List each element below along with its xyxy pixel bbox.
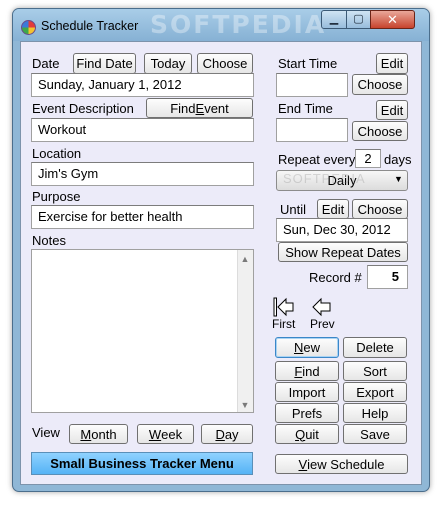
first-record-icon[interactable] (273, 296, 295, 318)
find-label-u: F (294, 363, 303, 379)
day-label-rest: ay (224, 426, 239, 442)
delete-button[interactable]: Delete (343, 337, 407, 358)
repeat-frequency-select[interactable]: Daily ▼ SOFTPEDIA (276, 170, 408, 191)
end-time-edit-button[interactable]: Edit (376, 100, 408, 120)
find-button[interactable]: Find (275, 361, 339, 381)
date-label: Date (32, 56, 60, 71)
minimize-button[interactable]: ▁ (321, 10, 347, 29)
end-time-field[interactable] (276, 118, 348, 142)
event-description-label: Event Description (32, 101, 134, 116)
record-number-label: Record # (309, 270, 362, 285)
previous-record-icon[interactable] (311, 296, 333, 318)
scroll-up-icon[interactable]: ▲ (238, 254, 252, 264)
view-label: View (32, 425, 60, 440)
show-repeat-dates-button[interactable]: Show Repeat Dates (278, 242, 408, 262)
view-month-button[interactable]: Month (69, 424, 128, 444)
location-label: Location (32, 146, 82, 161)
view-week-button[interactable]: Week (137, 424, 194, 444)
help-button[interactable]: Help (343, 403, 407, 423)
week-label-u: W (148, 426, 162, 442)
until-choose-button[interactable]: Choose (352, 199, 408, 219)
day-label-u: D (215, 426, 225, 442)
find-event-label-u: E (195, 100, 205, 116)
month-label-rest: onth (91, 426, 117, 442)
end-time-choose-button[interactable]: Choose (352, 121, 408, 141)
scroll-down-icon[interactable]: ▼ (238, 400, 252, 410)
save-button[interactable]: Save (343, 424, 407, 444)
today-button[interactable]: Today (144, 53, 192, 74)
until-edit-button[interactable]: Edit (317, 199, 349, 219)
end-time-label: End Time (278, 101, 333, 116)
quit-label-u: Q (295, 426, 306, 442)
chevron-down-icon: ▼ (394, 174, 403, 184)
month-label-u: M (80, 426, 92, 442)
quit-label-rest: uit (305, 426, 319, 442)
import-button[interactable]: Import (275, 382, 339, 402)
notes-text (32, 250, 253, 258)
until-label: Until (280, 202, 307, 217)
quit-button[interactable]: Quit (275, 424, 339, 444)
purpose-field[interactable]: Exercise for better health (31, 205, 254, 229)
location-field[interactable]: Jim's Gym (31, 162, 254, 186)
week-label-rest: eek (161, 426, 183, 442)
find-event-label-pre: Find (170, 100, 196, 116)
start-time-edit-button[interactable]: Edit (376, 53, 408, 74)
date-field[interactable]: Sunday, January 1, 2012 (31, 73, 254, 97)
start-time-label: Start Time (278, 56, 338, 71)
new-label-u: N (293, 340, 304, 355)
frequency-watermark-text: SOFTPEDIA (283, 171, 366, 186)
notes-textarea[interactable] (31, 249, 254, 413)
find-event-label-post: vent (204, 100, 229, 116)
repeat-every-label: Repeat every (278, 152, 356, 167)
previous-record-label[interactable]: Prev (310, 317, 335, 331)
date-choose-button[interactable]: Choose (197, 53, 253, 74)
event-description-field[interactable]: Workout (31, 118, 254, 142)
new-label-rest: ew (303, 340, 320, 355)
start-time-field[interactable] (276, 73, 348, 97)
view-schedule-label-rest: iew Schedule (307, 456, 385, 472)
small-business-tracker-menu-button[interactable]: Small Business Tracker Menu (31, 452, 253, 475)
sort-button[interactable]: Sort (343, 361, 407, 381)
watermark-text: SOFTPEDIA (150, 10, 327, 39)
app-icon[interactable] (21, 20, 36, 35)
window-title: Schedule Tracker (41, 19, 139, 33)
close-button[interactable]: ✕ (370, 10, 415, 29)
start-time-choose-button[interactable]: Choose (352, 74, 408, 95)
view-schedule-button[interactable]: View Schedule (275, 454, 408, 474)
notes-label: Notes (32, 233, 66, 248)
find-date-button[interactable]: Find Date (73, 53, 136, 74)
maximize-button[interactable]: ▢ (346, 10, 371, 29)
until-date-field[interactable]: Sun, Dec 30, 2012 (276, 218, 408, 242)
notes-scrollbar[interactable] (237, 250, 253, 412)
find-event-button[interactable]: Find Event (146, 98, 253, 118)
export-button[interactable]: Export (343, 382, 407, 402)
new-button[interactable]: New (275, 337, 339, 358)
repeat-interval-field[interactable]: 2 (355, 149, 381, 168)
repeat-unit-label: days (384, 152, 412, 167)
record-number-field[interactable]: 5 (367, 265, 408, 289)
view-schedule-label-u: V (298, 456, 308, 472)
first-record-label[interactable]: First (272, 317, 295, 331)
find-label-rest: ind (302, 363, 320, 379)
view-day-button[interactable]: Day (201, 424, 253, 444)
purpose-label: Purpose (32, 189, 81, 204)
prefs-button[interactable]: Prefs (275, 403, 339, 423)
